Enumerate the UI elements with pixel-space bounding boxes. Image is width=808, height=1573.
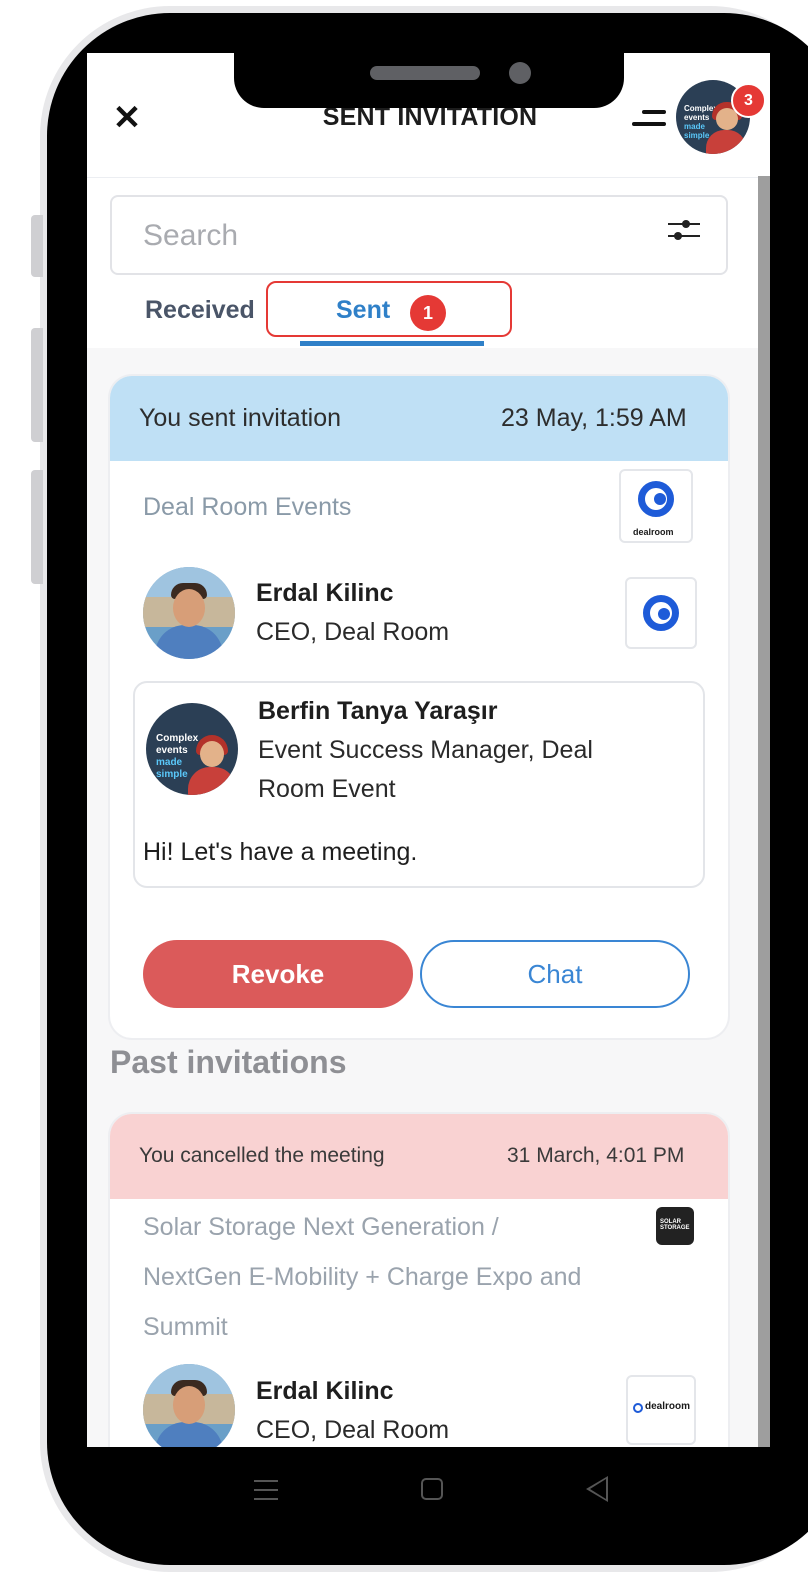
tab-highlight-outline [266, 281, 512, 337]
sender-avatar: Complex events made simple [146, 703, 238, 795]
scrollbar[interactable] [758, 176, 770, 1448]
dealroom-wide-logo: dealroom [626, 1375, 696, 1445]
notch [234, 53, 624, 108]
past-invitation-status: You cancelled the meeting [139, 1144, 385, 1167]
recipient-name: Erdal Kilinc [256, 579, 394, 607]
event-name: Deal Room Events [143, 493, 352, 521]
past-recipient-role: CEO, Deal Room [256, 1416, 450, 1444]
home-icon[interactable] [421, 1478, 443, 1500]
past-recipient-name: Erdal Kilinc [256, 1377, 394, 1405]
active-tab-indicator [300, 341, 484, 346]
recipient-role: CEO, Deal Room [256, 618, 450, 646]
solar-storage-logo: SOLAR STORAGE [656, 1207, 694, 1245]
notification-badge: 3 [731, 83, 766, 118]
invitation-status: You sent invitation [139, 404, 342, 432]
camera [509, 62, 531, 84]
speaker [370, 66, 480, 80]
past-event-name: Solar Storage Next Generation / NextGen … [143, 1213, 582, 1341]
sender-role-line2: Room Event [258, 775, 396, 803]
revoke-button[interactable]: Revoke [143, 940, 413, 1008]
event-logo: dealroom [619, 469, 693, 543]
close-icon[interactable]: ✕ [111, 100, 143, 136]
volume-up-button [31, 328, 43, 442]
past-invitations-heading: Past invitations [110, 1044, 347, 1080]
past-recipient-avatar [143, 1364, 235, 1456]
recent-apps-icon[interactable] [254, 1478, 278, 1502]
chat-button[interactable]: Chat [420, 940, 690, 1008]
company-logo [625, 577, 697, 649]
filter-icon[interactable] [668, 217, 700, 243]
sender-role-line1: Event Success Manager, Deal [258, 736, 593, 764]
search-placeholder: Search [143, 219, 239, 252]
past-invitation-timestamp: 31 March, 4:01 PM [507, 1144, 685, 1167]
invitation-message: Hi! Let's have a meeting. [143, 838, 418, 866]
back-icon-inner [590, 1479, 606, 1499]
invitation-timestamp: 23 May, 1:59 AM [501, 404, 687, 432]
tab-received[interactable]: Received [145, 296, 255, 325]
recipient-avatar [143, 567, 235, 659]
volume-down-button [31, 470, 43, 584]
sender-name: Berfin Tanya Yaraşır [258, 697, 498, 725]
volume-button [31, 215, 43, 277]
menu-icon[interactable] [632, 110, 666, 128]
